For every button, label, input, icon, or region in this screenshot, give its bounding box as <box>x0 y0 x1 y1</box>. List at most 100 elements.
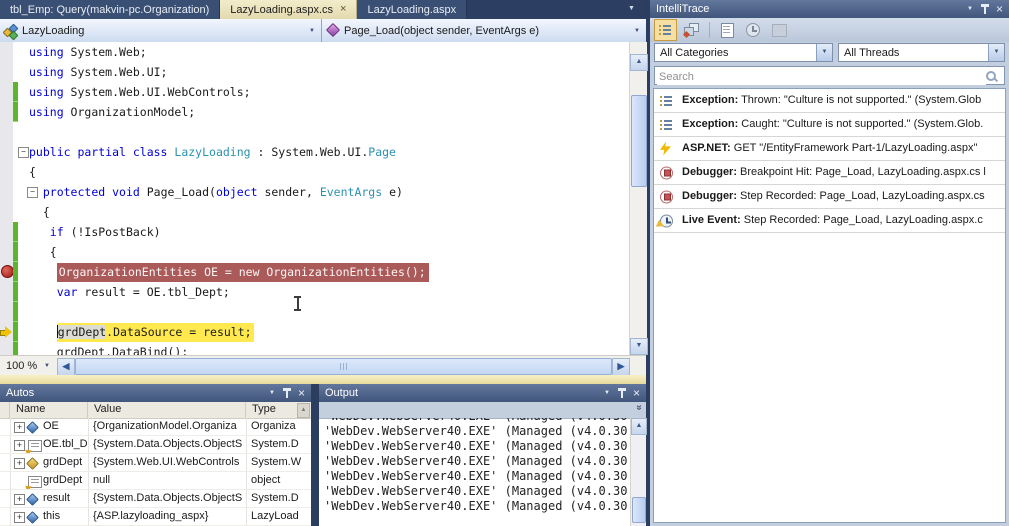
search-icon[interactable] <box>986 71 996 81</box>
current-statement-arrow[interactable] <box>0 327 12 337</box>
chevron-down-icon[interactable]: ▼ <box>816 44 832 61</box>
intellitrace-event-row[interactable]: Live Event: Step Recorded: Page_Load, La… <box>654 209 1005 233</box>
expand-icon[interactable]: + <box>14 494 25 505</box>
editor-vertical-scrollbar[interactable]: ▲ ▼ <box>629 42 647 355</box>
expand-icon[interactable]: + <box>14 440 25 451</box>
window-menu-icon[interactable]: ▼ <box>269 390 275 396</box>
types-dropdown[interactable]: LazyLoading ▼ <box>0 19 322 42</box>
pin-icon[interactable] <box>617 388 626 398</box>
horizontal-scroll-thumb[interactable] <box>75 358 612 375</box>
event-text: Thrown: "Culture is not supported." (Sys… <box>738 94 981 106</box>
code-line[interactable]: using System.Web.UI.WebControls; <box>0 82 646 102</box>
tab-label: LazyLoading.aspx <box>367 4 456 16</box>
event-text: Step Recorded: Page_Load, LazyLoading.as… <box>741 214 983 226</box>
code-line[interactable]: if (!IsPostBack) <box>0 222 646 242</box>
expand-icon[interactable]: + <box>14 512 25 523</box>
chevron-down-icon[interactable]: ▼ <box>988 44 1004 61</box>
close-icon[interactable]: × <box>996 4 1003 14</box>
code-line[interactable]: { <box>0 242 646 262</box>
search-box[interactable] <box>654 66 1005 85</box>
zoom-level[interactable]: 100 % <box>6 360 37 372</box>
intellitrace-titlebar[interactable]: IntelliTrace ▼ × <box>650 0 1009 18</box>
vs-ide-window: tbl_Emp: Query(makvin-pc.Organization) L… <box>0 0 1009 526</box>
scroll-down-icon[interactable]: ▼ <box>630 338 648 355</box>
intellitrace-event-row[interactable]: ASP.NET: GET "/EntityFramework Part-1/La… <box>654 137 1005 161</box>
code-line[interactable]: OrganizationEntities OE = new Organizati… <box>0 262 646 282</box>
pin-icon[interactable] <box>980 4 989 14</box>
code-line[interactable]: grdDept.DataBind(); <box>0 342 646 355</box>
code-line[interactable]: using System.Web; <box>0 42 646 62</box>
zoom-dropdown-icon[interactable]: ▼ <box>44 363 50 369</box>
code-token: OrganizationEntities OE = new Organizati… <box>59 265 426 279</box>
expand-icon[interactable]: + <box>14 422 25 433</box>
scroll-left-icon[interactable]: ◀ <box>57 358 75 376</box>
autos-name-cell: +grdDept <box>11 454 89 471</box>
name-column-header[interactable]: Name <box>10 402 88 418</box>
intellitrace-event-row[interactable]: Exception: Thrown: "Culture is not suppo… <box>654 89 1005 113</box>
tab-lazyloading-aspx-cs[interactable]: LazyLoading.aspx.cs × <box>220 0 357 19</box>
value-column-header[interactable]: Value <box>88 402 246 418</box>
code-line[interactable]: using System.Web.UI; <box>0 62 646 82</box>
calls-view-button[interactable] <box>680 19 703 41</box>
code-line[interactable] <box>0 122 646 142</box>
document-list-dropdown-icon[interactable]: ▼ <box>628 5 635 12</box>
window-menu-icon[interactable]: ▼ <box>604 390 610 396</box>
autos-name-cell: +OE <box>11 418 89 435</box>
code-line[interactable] <box>0 302 646 322</box>
code-line[interactable]: { <box>0 202 646 222</box>
code-line[interactable]: grdDept.DataSource = result; <box>0 322 646 342</box>
intellitrace-settings-button[interactable] <box>716 19 739 41</box>
fold-collapse-icon[interactable]: − <box>18 147 29 158</box>
pin-icon[interactable] <box>282 388 291 398</box>
code-line[interactable]: { <box>0 162 646 182</box>
chevron-down-icon[interactable]: ▼ <box>634 28 640 34</box>
table-row[interactable]: +result{System.Data.Objects.ObjectSSyste… <box>0 490 311 508</box>
toolbar-overflow-icon[interactable]: » <box>634 405 645 411</box>
table-row[interactable]: +grdDept{System.Web.UI.WebControlsSystem… <box>0 454 311 472</box>
close-tab-icon[interactable]: × <box>340 4 346 15</box>
extra-tool-button[interactable] <box>768 19 791 41</box>
timeline-button[interactable] <box>742 19 765 41</box>
tab-tbl-emp-query[interactable]: tbl_Emp: Query(makvin-pc.Organization) <box>0 0 220 19</box>
table-row[interactable]: +OE{OrganizationModel.OrganizaOrganiza <box>0 418 311 436</box>
fold-collapse-icon[interactable]: − <box>27 187 38 198</box>
threads-filter-combobox[interactable]: All Threads ▼ <box>838 43 1005 62</box>
table-row[interactable]: +OE.tbl_D{System.Data.Objects.ObjectSSys… <box>0 436 311 454</box>
autos-titlebar[interactable]: Autos ▼ × <box>0 384 311 402</box>
expand-icon[interactable]: + <box>14 458 25 469</box>
intellitrace-filters: All Categories ▼ All Threads ▼ <box>650 42 1009 64</box>
search-input[interactable] <box>657 68 986 85</box>
scroll-right-icon[interactable]: ▶ <box>612 358 630 376</box>
event-list-icon <box>659 25 671 35</box>
close-icon[interactable]: × <box>633 388 640 398</box>
output-log[interactable]: 'WebDev.WebServer40.EXE' (Managed (v4.0.… <box>319 418 631 526</box>
code-token: using <box>29 45 64 59</box>
tab-lazyloading-aspx[interactable]: LazyLoading.aspx <box>357 0 467 19</box>
code-line[interactable]: protected void Page_Load(object sender, … <box>0 182 646 202</box>
window-menu-icon[interactable]: ▼ <box>967 6 973 12</box>
table-row[interactable]: grdDeptnullobject <box>0 472 311 490</box>
output-titlebar[interactable]: Output ▼ × <box>319 384 646 402</box>
members-dropdown[interactable]: Page_Load(object sender, EventArgs e) ▼ <box>322 19 646 42</box>
vertical-scroll-thumb[interactable] <box>632 497 646 523</box>
vertical-scroll-thumb[interactable] <box>631 95 647 187</box>
scroll-up-icon[interactable]: ▲ <box>631 418 647 435</box>
output-vertical-scrollbar[interactable]: ▲ <box>630 418 646 526</box>
code-editor[interactable]: using System.Web;using System.Web.UI;usi… <box>0 42 646 355</box>
code-line[interactable]: using OrganizationModel; <box>0 102 646 122</box>
intellitrace-event-row[interactable]: Exception: Caught: "Culture is not suppo… <box>654 113 1005 137</box>
scroll-up-icon[interactable]: ▲ <box>630 54 648 71</box>
intellitrace-event-row[interactable]: Debugger: Breakpoint Hit: Page_Load, Laz… <box>654 161 1005 185</box>
close-icon[interactable]: × <box>298 388 305 398</box>
code-line[interactable]: var result = OE.tbl_Dept; <box>0 282 646 302</box>
event-category-label: Exception: <box>682 118 738 130</box>
chevron-down-icon[interactable]: ▼ <box>309 28 315 34</box>
intellitrace-event-row[interactable]: Debugger: Step Recorded: Page_Load, Lazy… <box>654 185 1005 209</box>
scroll-up-icon[interactable]: ▲ <box>297 403 310 418</box>
autos-variable-grid: +OE{OrganizationModel.OrganizaOrganiza+O… <box>0 418 311 526</box>
code-line[interactable]: public partial class LazyLoading : Syste… <box>0 142 646 162</box>
table-row[interactable]: +this{ASP.lazyloading_aspx}LazyLoad <box>0 508 311 526</box>
categories-filter-combobox[interactable]: All Categories ▼ <box>654 43 833 62</box>
mouse-ibeam-cursor <box>293 296 302 313</box>
events-view-button[interactable] <box>654 19 677 41</box>
